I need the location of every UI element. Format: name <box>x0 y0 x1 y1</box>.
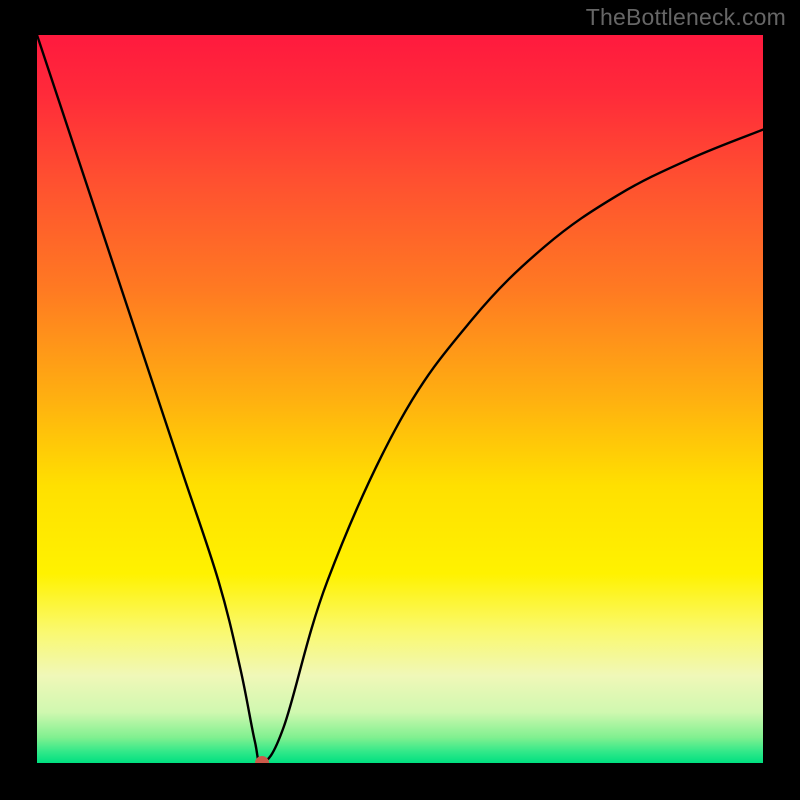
plot-background-gradient <box>37 35 763 763</box>
chart-frame: TheBottleneck.com <box>0 0 800 800</box>
optimal-point-marker <box>255 756 269 770</box>
bottleneck-chart <box>0 0 800 800</box>
